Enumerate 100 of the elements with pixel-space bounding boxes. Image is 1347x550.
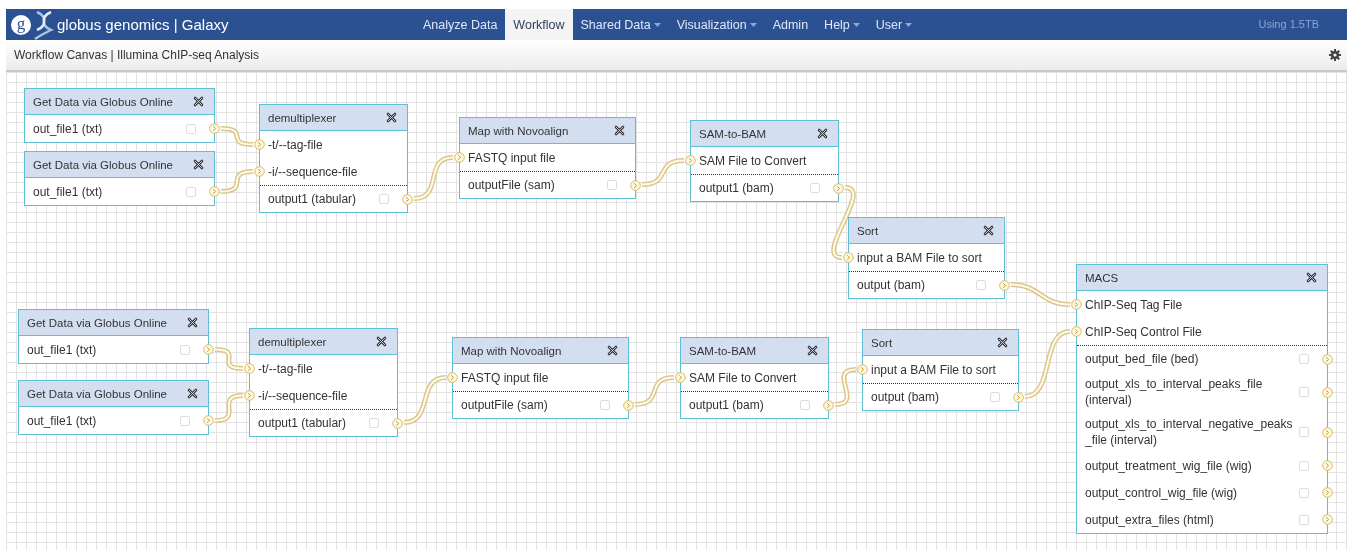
logo[interactable]: g: [11, 14, 31, 35]
close-icon[interactable]: [193, 159, 204, 170]
connector: [214, 393, 244, 423]
output-checkbox[interactable]: [180, 344, 190, 355]
brand-title[interactable]: globus genomics | Galaxy: [57, 16, 229, 33]
node-header[interactable]: SAM-to-BAM: [681, 338, 828, 364]
port-icon[interactable]: [447, 372, 458, 383]
output-checkbox[interactable]: [379, 194, 389, 204]
settings-icon[interactable]: [1329, 49, 1341, 61]
output-checkbox[interactable]: [1299, 354, 1309, 364]
node-header[interactable]: Get Data via Globus Online: [25, 152, 214, 178]
node-header[interactable]: demultiplexer: [260, 105, 407, 131]
output-checkbox[interactable]: [990, 392, 1000, 402]
close-icon[interactable]: [386, 112, 397, 123]
output-label: output_xls_to_interval_peaks_file (interval): [1085, 376, 1264, 408]
port-icon[interactable]: [1071, 299, 1082, 310]
node-header[interactable]: Map with Novoalign: [460, 118, 635, 144]
output-checkbox[interactable]: [1299, 514, 1309, 525]
port-icon[interactable]: [623, 399, 634, 411]
port-icon[interactable]: [1322, 487, 1333, 498]
port-icon[interactable]: [1322, 426, 1333, 438]
nav-tab[interactable]: Help: [816, 9, 868, 40]
port-icon[interactable]: [454, 152, 465, 163]
close-icon[interactable]: [807, 345, 818, 356]
output-checkbox[interactable]: [186, 186, 196, 197]
output-checkbox[interactable]: [600, 400, 610, 410]
output-checkbox[interactable]: [1299, 427, 1309, 437]
output-checkbox[interactable]: [369, 418, 379, 428]
input-label: FASTQ input file: [468, 149, 557, 166]
output-checkbox[interactable]: [1299, 487, 1309, 498]
port-icon[interactable]: [203, 344, 214, 355]
connector: [641, 158, 685, 187]
node-header[interactable]: MACS: [1077, 265, 1327, 291]
port-icon[interactable]: [675, 372, 686, 383]
port-icon[interactable]: [1071, 326, 1082, 337]
output-checkbox[interactable]: [800, 400, 810, 410]
nav-tab[interactable]: User: [867, 9, 921, 40]
port-icon[interactable]: [857, 364, 868, 375]
nav-tab[interactable]: Workflow: [505, 9, 573, 40]
close-icon[interactable]: [614, 125, 625, 136]
port-icon[interactable]: [203, 415, 214, 426]
output-label: output_extra_files (html): [1085, 511, 1215, 528]
input-label: SAM File to Convert: [699, 152, 808, 169]
port-icon[interactable]: [209, 186, 220, 197]
output-checkbox[interactable]: [976, 280, 986, 290]
connector: [220, 169, 254, 194]
nav-tab[interactable]: Shared Data: [572, 9, 669, 40]
connector: [634, 375, 675, 407]
output-checkbox[interactable]: [810, 183, 820, 193]
port-icon[interactable]: [392, 417, 403, 429]
port-icon[interactable]: [402, 193, 413, 205]
output-label: output_xls_to_interval_negative_peaks_file (interval): [1085, 416, 1294, 448]
close-icon[interactable]: [983, 225, 994, 236]
close-icon[interactable]: [193, 96, 204, 107]
port-icon[interactable]: [833, 182, 844, 194]
port-icon[interactable]: [843, 252, 854, 263]
port-icon[interactable]: [254, 166, 265, 177]
port-icon[interactable]: [244, 390, 255, 401]
output-label: outputFile (sam): [468, 177, 556, 193]
node-header[interactable]: Sort: [863, 330, 1018, 356]
close-icon[interactable]: [187, 317, 198, 328]
port-icon[interactable]: [999, 279, 1010, 291]
nav-tab[interactable]: Admin: [764, 9, 817, 40]
node-title: Map with Novoalign: [468, 124, 569, 137]
close-icon[interactable]: [997, 337, 1008, 348]
close-icon[interactable]: [607, 345, 618, 356]
nav-tab[interactable]: Analyze Data: [415, 9, 506, 40]
port-icon[interactable]: [823, 399, 834, 411]
port-icon[interactable]: [254, 139, 265, 150]
nav-tab[interactable]: Visualization: [668, 9, 765, 40]
node-header[interactable]: Get Data via Globus Online: [19, 381, 208, 407]
port-icon[interactable]: [630, 179, 641, 191]
port-icon[interactable]: [1322, 353, 1333, 365]
output-checkbox[interactable]: [607, 180, 617, 190]
input-label: -t/--tag-file: [268, 136, 324, 153]
port-icon[interactable]: [244, 363, 255, 374]
port-icon[interactable]: [1322, 386, 1333, 398]
close-icon[interactable]: [817, 128, 828, 139]
output-checkbox[interactable]: [186, 123, 196, 134]
connector: [1024, 329, 1071, 399]
node-header[interactable]: Get Data via Globus Online: [19, 310, 208, 336]
output-checkbox[interactable]: [1299, 387, 1309, 397]
dna-icon: [33, 9, 55, 40]
close-icon[interactable]: [187, 388, 198, 399]
node-title: SAM-to-BAM: [689, 344, 757, 357]
node-header[interactable]: Map with Novoalign: [453, 338, 628, 364]
port-icon[interactable]: [1322, 514, 1333, 525]
port-icon[interactable]: [1013, 391, 1024, 403]
node-header[interactable]: Get Data via Globus Online: [25, 89, 214, 115]
close-icon[interactable]: [376, 336, 387, 347]
output-checkbox[interactable]: [1299, 460, 1309, 471]
node-card[interactable]: [1076, 264, 1328, 534]
port-icon[interactable]: [685, 155, 696, 166]
node-header[interactable]: Sort: [849, 218, 1004, 244]
output-checkbox[interactable]: [180, 415, 190, 426]
close-icon[interactable]: [1306, 272, 1317, 283]
node-header[interactable]: SAM-to-BAM: [691, 121, 838, 147]
port-icon[interactable]: [1322, 460, 1333, 471]
port-icon[interactable]: [209, 123, 220, 134]
node-header[interactable]: demultiplexer: [250, 329, 397, 355]
